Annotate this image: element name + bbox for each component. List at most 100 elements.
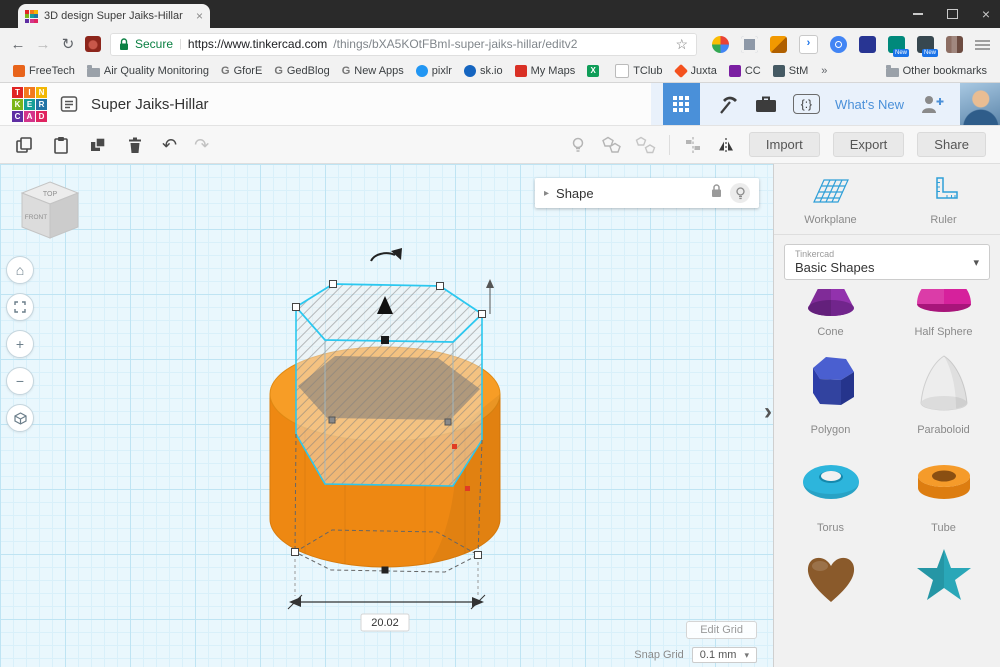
panel-collapse-icon[interactable]: › <box>764 400 772 424</box>
share-button[interactable]: Share <box>917 132 986 158</box>
shape-tile-heart[interactable] <box>774 534 887 620</box>
header-actions: {:} What's New <box>651 83 1000 125</box>
back-icon[interactable]: ← <box>10 36 26 53</box>
star-shape-icon <box>909 544 979 617</box>
forward-icon[interactable]: → <box>35 36 51 53</box>
bookmark-item[interactable]: FreeTech <box>8 65 80 77</box>
shape-tile-tube[interactable]: Tube <box>887 436 1000 534</box>
tube-shape-icon <box>909 446 979 519</box>
main-area: TOP FRONT ⌂ + − ▸ Shape <box>0 164 1000 667</box>
browser-menu-icon[interactable] <box>975 38 990 51</box>
visibility-bulb-icon[interactable] <box>730 183 750 203</box>
bookmark-item[interactable]: GGedBlog <box>269 65 334 77</box>
align-icon[interactable] <box>683 135 703 155</box>
design-canvas[interactable]: TOP FRONT ⌂ + − ▸ Shape <box>0 164 773 667</box>
center-handle[interactable] <box>381 336 389 344</box>
shape-tile-star[interactable] <box>887 534 1000 620</box>
undo-icon[interactable]: ↶ <box>162 136 177 154</box>
extension-icon[interactable]: New <box>917 36 934 53</box>
extension-icon[interactable] <box>741 36 758 53</box>
extension-icon[interactable]: › <box>799 35 818 54</box>
shape-tile-polygon[interactable]: Polygon <box>774 338 887 436</box>
export-button[interactable]: Export <box>833 132 905 158</box>
camera-tools: ⌂ + − <box>6 256 34 432</box>
paste-icon[interactable] <box>51 135 71 155</box>
other-bookmarks[interactable]: Other bookmarks <box>881 65 992 77</box>
tinkercad-logo[interactable]: TIN KER CAD <box>12 87 47 122</box>
pickaxe-icon[interactable] <box>715 92 739 116</box>
import-button[interactable]: Import <box>749 132 820 158</box>
workplane-tool[interactable]: Workplane <box>774 174 887 226</box>
bookmark-item[interactable]: sk.io <box>459 65 508 77</box>
bookmark-star-icon[interactable]: ☆ <box>675 36 688 53</box>
delete-icon[interactable] <box>125 135 145 155</box>
extension-icon[interactable]: New <box>888 36 905 53</box>
copy-icon[interactable] <box>14 135 34 155</box>
bookmark-item[interactable]: StM <box>768 65 814 77</box>
refresh-icon[interactable]: ↻ <box>60 35 76 53</box>
address-bar[interactable]: Secure | https://www.tinkercad.com/thing… <box>110 33 697 56</box>
ruler-tool[interactable]: Ruler <box>887 174 1000 226</box>
briefcase-icon[interactable] <box>754 93 778 115</box>
bookmark-item[interactable]: GNew Apps <box>337 65 409 77</box>
add-person-icon[interactable] <box>919 92 945 116</box>
chevron-down-icon: ▾ <box>744 650 749 661</box>
show-all-icon[interactable] <box>568 135 588 155</box>
duplicate-icon[interactable] <box>88 135 108 155</box>
browser-tab[interactable]: 3D design Super Jaiks-Hillar × <box>18 4 210 28</box>
ungroup-icon[interactable] <box>635 135 656 155</box>
extension-icon[interactable] <box>859 36 876 53</box>
whats-new-link[interactable]: What's New <box>835 97 904 112</box>
perspective-toggle-button[interactable] <box>6 404 34 432</box>
window-close-button[interactable]: × <box>982 7 990 21</box>
zoom-out-button[interactable]: − <box>6 367 34 395</box>
profile-avatar[interactable] <box>960 83 1000 125</box>
group-icon[interactable] <box>601 135 622 155</box>
shape-tile-torus[interactable]: Torus <box>774 436 887 534</box>
hex-prism-shape[interactable] <box>296 284 482 486</box>
bookmarks-overflow-icon[interactable]: » <box>815 65 833 77</box>
edit-grid-button[interactable]: Edit Grid <box>686 621 757 639</box>
caret-icon[interactable]: ▸ <box>544 188 549 199</box>
bookmark-item[interactable]: GGforE <box>216 65 267 77</box>
maximize-button[interactable] <box>947 9 958 19</box>
redo-icon[interactable]: ↷ <box>194 136 209 154</box>
shape-category-dropdown[interactable]: Tinkercad Basic Shapes ▾ <box>784 244 990 280</box>
extension-icon[interactable] <box>830 36 847 53</box>
codeblocks-button[interactable]: {:} <box>793 94 820 114</box>
bookmark-item[interactable]: My Maps <box>510 65 581 77</box>
snap-grid-select[interactable]: 0.1 mm ▾ <box>692 647 757 663</box>
shape-panel-title: Shape <box>556 186 703 201</box>
rotate-handle[interactable] <box>371 248 402 261</box>
shape-tile-paraboloid[interactable]: Paraboloid <box>887 338 1000 436</box>
shape-inspector-panel[interactable]: ▸ Shape <box>535 178 759 208</box>
snap-grid-controls: Snap Grid 0.1 mm ▾ <box>634 647 757 663</box>
view-cube[interactable]: TOP FRONT <box>12 178 88 248</box>
3d-scene[interactable]: 20.02 <box>185 234 585 664</box>
minimize-button[interactable] <box>913 13 923 15</box>
zoom-in-button[interactable]: + <box>6 330 34 358</box>
shape-tile-half-sphere[interactable]: Half Sphere <box>887 289 1000 338</box>
bookmark-item[interactable]: pixlr <box>411 65 457 77</box>
dimension-label[interactable]: 20.02 <box>361 614 409 631</box>
tab-close-icon[interactable]: × <box>196 9 203 23</box>
design-title[interactable]: Super Jaiks-Hillar <box>91 96 209 113</box>
shape-tile-cone[interactable]: Cone <box>774 289 887 338</box>
home-icon[interactable] <box>85 36 101 52</box>
extension-icon[interactable] <box>712 36 729 53</box>
design-list-icon[interactable] <box>59 94 79 114</box>
chevron-down-icon: ▾ <box>973 256 979 269</box>
bookmark-item[interactable]: CC <box>724 65 766 77</box>
bookmark-item[interactable]: Juxta <box>670 65 722 77</box>
lock-icon[interactable] <box>710 183 723 203</box>
fit-view-button[interactable] <box>6 293 34 321</box>
bookmark-item[interactable]: X <box>582 65 608 77</box>
mirror-icon[interactable] <box>716 135 736 155</box>
bookmark-folder[interactable]: Air Quality Monitoring <box>82 65 214 77</box>
extension-icon[interactable] <box>770 36 787 53</box>
bookmark-item[interactable]: TClub <box>610 64 667 78</box>
footprint-center-handle[interactable] <box>382 567 389 574</box>
extension-icon[interactable] <box>946 36 963 53</box>
home-view-button[interactable]: ⌂ <box>6 256 34 284</box>
shape-gallery-toggle-button[interactable] <box>663 83 700 125</box>
